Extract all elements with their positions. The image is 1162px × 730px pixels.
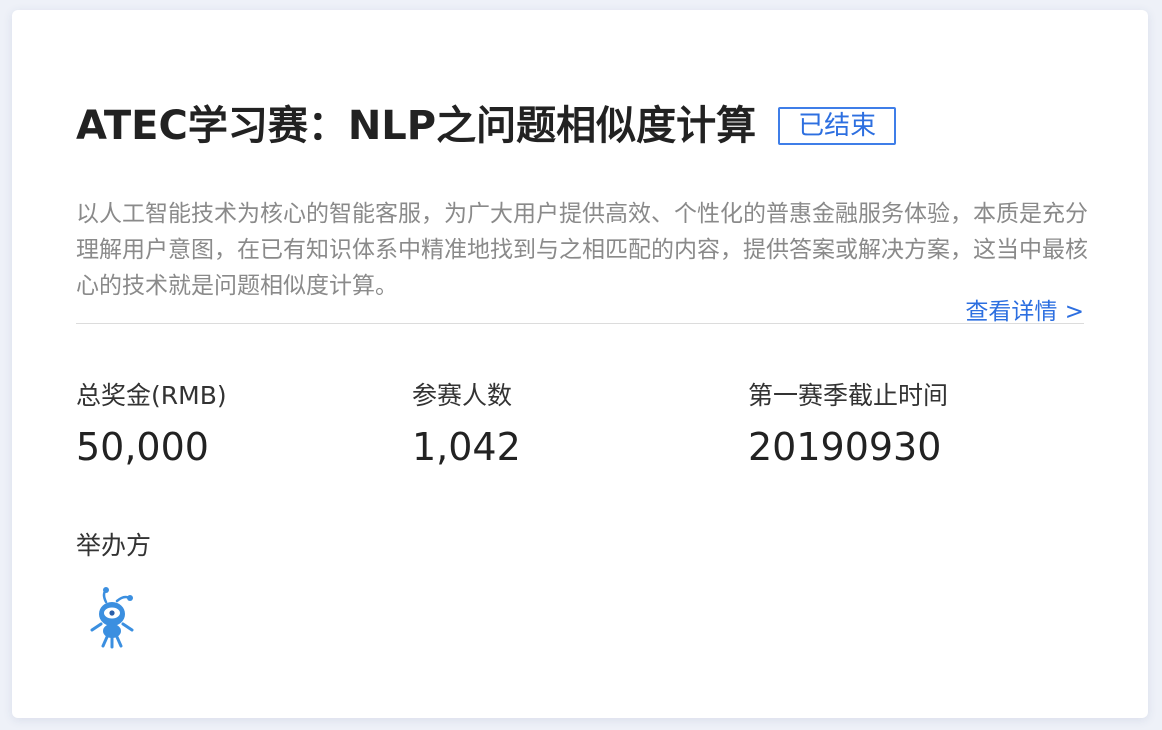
stat-label: 总奖金(RMB) [76, 381, 227, 410]
stat-value: 1,042 [412, 425, 521, 469]
stat-label: 参赛人数 [412, 381, 513, 410]
stat-value: 50,000 [76, 425, 209, 469]
divider [76, 323, 1084, 324]
status-badge: 已结束 [778, 107, 897, 145]
stat-total-prize: 总奖金(RMB) 50,000 [76, 378, 227, 470]
competition-description: 以人工智能技术为核心的智能客服，为广大用户提供高效、个性化的普惠金融服务体验，本… [76, 201, 1088, 299]
stat-deadline: 第一赛季截止时间 20190930 [748, 378, 948, 470]
stat-participants: 参赛人数 1,042 [412, 378, 521, 470]
stat-value: 20190930 [748, 425, 942, 469]
competition-title: ATEC学习赛：NLP之问题相似度计算 [76, 103, 757, 149]
competition-card: ATEC学习赛：NLP之问题相似度计算 已结束 以人工智能技术为核心的智能客服，… [12, 10, 1148, 718]
ant-mascot-icon [84, 586, 140, 652]
view-details-link[interactable]: 查看详情 > [965, 292, 1084, 326]
title-row: ATEC学习赛：NLP之问题相似度计算 已结束 [76, 102, 897, 150]
stat-label: 第一赛季截止时间 [748, 381, 949, 410]
organizer-label: 举办方 [76, 531, 152, 560]
